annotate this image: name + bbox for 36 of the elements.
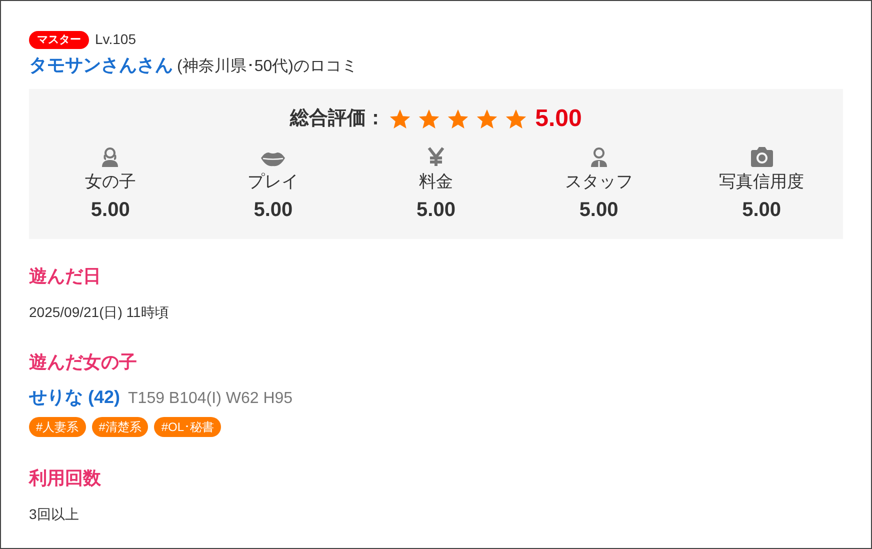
star-icon [505,108,528,130]
section-heading: 遊んだ女の子 [29,351,138,374]
star-icon [447,108,470,130]
section-text: 3回以上 [29,505,80,524]
section-heading: 利用回数 [29,467,102,490]
overall-label: 総合評価： [290,106,386,131]
category-label: 写真信用度 [719,171,804,193]
category-score: 5.00 [742,198,782,222]
star-icon [389,108,412,130]
category-score: 5.00 [579,198,618,222]
man-icon [590,147,608,167]
overall-score: 5.00 [535,104,582,134]
girl-name[interactable]: せりな (42) [29,384,120,411]
category-label: 料金 [418,171,453,193]
lips-icon [260,151,286,167]
reviewer-meta: (神奈川県･50代)のロコミ [177,56,358,77]
section-heading: 遊んだ日 [29,265,102,288]
woman-icon [101,147,120,167]
reviewer-name[interactable]: タモサンさんさん [29,52,173,79]
girl-specs: T159 B104(I) W62 H95 [128,389,293,409]
star-icon [418,108,440,130]
camera-icon [750,147,774,167]
tag[interactable]: #人妻系 [29,417,86,437]
rank-badge: マスター [29,30,89,48]
category-label: プレイ [248,171,299,193]
category-label: 女の子 [84,171,136,193]
category-score: 5.00 [416,198,456,222]
section-text: 2025/09/21(日) 11時頃 [29,303,170,322]
category-score: 5.00 [90,198,130,222]
level-text: Lv.105 [95,30,136,49]
star-icon [476,108,498,130]
category-score: 5.00 [254,198,293,222]
yen-icon [426,147,446,167]
tag[interactable]: #OL･秘書 [154,417,222,437]
category-label: スタッフ [564,171,633,193]
tag[interactable]: #清楚系 [92,417,148,437]
